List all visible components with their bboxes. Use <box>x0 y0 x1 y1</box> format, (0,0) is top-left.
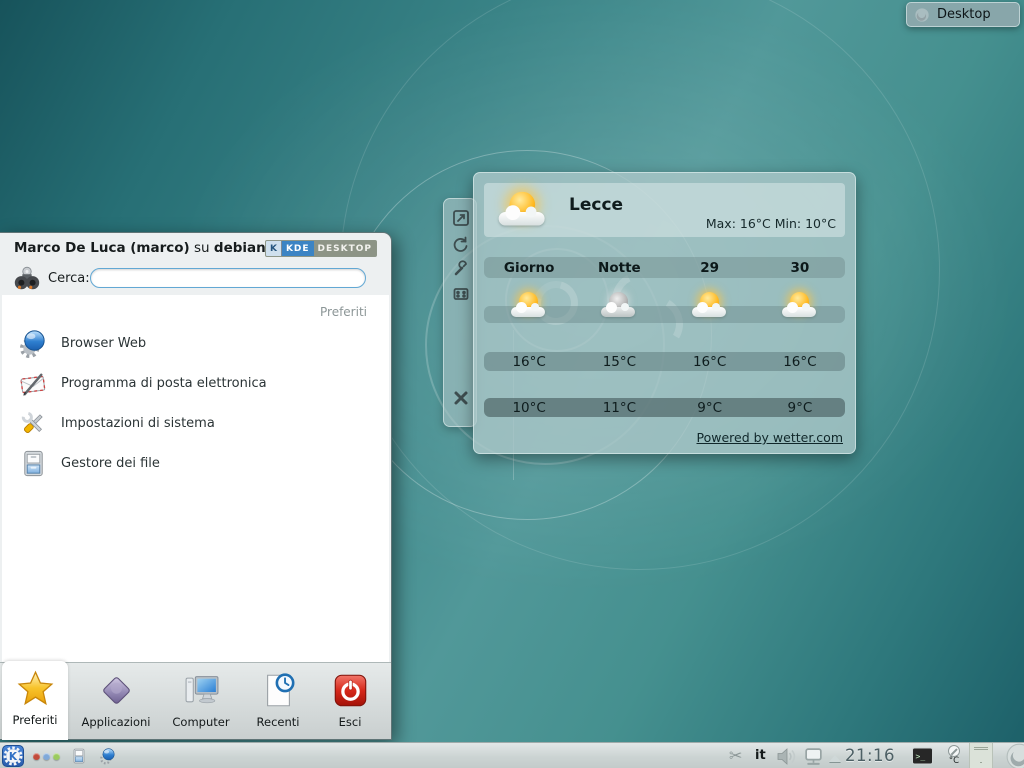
tray-expander-icon[interactable] <box>829 755 841 762</box>
sun-cloud-icon <box>509 290 549 324</box>
bottom-panel: K ✂ it 21:16 >_ °C <box>0 742 1024 768</box>
section-label: Preferiti <box>320 305 367 319</box>
power-icon <box>332 672 369 709</box>
weather-summary: Max: 16°C Min: 10°C <box>706 216 836 231</box>
weather-city: Lecce <box>569 195 623 215</box>
list-item-files[interactable]: Gestore dei file <box>2 443 389 483</box>
sun-cloud-icon <box>780 290 820 324</box>
panel-widget-strip[interactable] <box>969 743 993 768</box>
web-browser-icon <box>18 328 49 359</box>
host-name: debian <box>214 240 266 256</box>
search-label: Cerca: <box>48 271 90 286</box>
kickoff-menu: Marco De Luca (marco) su debian K KDE DE… <box>0 232 392 740</box>
wetter-credit-link[interactable]: Powered by wetter.com <box>697 430 844 445</box>
list-item-browser[interactable]: Browser Web <box>2 323 389 363</box>
kde-logo-mini: K <box>266 241 282 256</box>
cashew-icon <box>914 7 930 23</box>
list-item-settings[interactable]: Impostazioni di sistema <box>2 403 389 443</box>
max-temp: 16°C <box>665 354 755 370</box>
web-browser-icon[interactable] <box>99 747 117 765</box>
desktop-toolbox[interactable]: Desktop <box>906 2 1020 27</box>
no-data-icon <box>948 745 960 757</box>
tab-esci[interactable]: Esci <box>320 663 380 740</box>
list-item-mail[interactable]: Programma di posta elettronica <box>2 363 389 403</box>
min-temp: 9°C <box>665 400 755 416</box>
max-temp: 15°C <box>574 354 664 370</box>
weather-header: Lecce Max: 16°C Min: 10°C <box>484 183 845 237</box>
user-connector: su <box>194 240 210 256</box>
panel-clock[interactable]: 21:16 <box>845 746 909 765</box>
kde-desktop-badge: K KDE DESKTOP <box>265 240 377 257</box>
kickoff-tab-bar: Preferiti Applicazioni Computer <box>0 662 391 739</box>
weather-tray-icon[interactable]: °C <box>944 745 964 766</box>
max-temp: 16°C <box>484 354 574 370</box>
sun-cloud-icon <box>496 189 550 235</box>
col-header: Notte <box>574 260 664 276</box>
weather-max-row: 16°C 15°C 16°C 16°C <box>484 352 845 371</box>
min-temp: 10°C <box>484 400 574 416</box>
terminal-icon[interactable]: >_ <box>911 747 934 765</box>
file-manager-icon[interactable] <box>70 747 88 765</box>
min-temp: 9°C <box>755 400 845 416</box>
weather-icons-row <box>484 287 845 327</box>
file-manager-icon <box>18 448 49 479</box>
weather-column-headers: Giorno Notte 29 30 <box>484 257 845 278</box>
email-icon <box>18 368 49 399</box>
clipboard-scissors-icon[interactable]: ✂ <box>729 746 742 765</box>
pager-dot-green[interactable] <box>53 753 60 760</box>
computer-icon <box>183 672 220 709</box>
user-identity: Marco De Luca (marco) su debian <box>14 240 266 256</box>
network-monitor-icon[interactable] <box>803 747 824 766</box>
applet-handle <box>443 198 477 427</box>
close-icon[interactable] <box>452 389 470 407</box>
tab-computer[interactable]: Computer <box>162 663 240 740</box>
recent-icon <box>260 672 297 709</box>
weather-widget[interactable]: Lecce Max: 16°C Min: 10°C Giorno Notte 2… <box>473 172 856 454</box>
search-binoculars-icon <box>12 263 42 293</box>
weather-min-row: 10°C 11°C 9°C 9°C <box>484 398 845 417</box>
system-settings-icon <box>18 408 49 439</box>
pager-dot-blue[interactable] <box>43 753 50 760</box>
tab-recenti[interactable]: Recenti <box>246 663 310 740</box>
sun-cloud-icon <box>690 290 730 324</box>
svg-text:>_: >_ <box>916 752 926 761</box>
svg-text:K: K <box>9 751 18 763</box>
resize-icon[interactable] <box>452 209 470 227</box>
panel-cashew-icon[interactable] <box>1006 743 1024 768</box>
max-temp: 16°C <box>755 354 845 370</box>
pager-dot-red[interactable] <box>33 753 40 760</box>
keyboard-layout-indicator[interactable]: it <box>755 748 766 763</box>
col-header: Giorno <box>484 260 574 276</box>
min-temp: 11°C <box>574 400 664 416</box>
user-name: Marco De Luca (marco) <box>14 240 190 256</box>
volume-icon[interactable] <box>776 748 798 765</box>
favorites-list: Preferiti Browser Web Programma di pos <box>2 295 389 664</box>
col-header: 30 <box>755 260 845 276</box>
toolbox-label: Desktop <box>937 7 991 22</box>
kde-menu-icon[interactable]: K <box>2 745 24 767</box>
rotate-icon[interactable] <box>452 235 470 253</box>
star-icon <box>17 670 54 707</box>
search-input[interactable] <box>90 268 366 288</box>
moon-cloud-icon <box>599 290 639 324</box>
applications-icon <box>98 672 135 709</box>
maximize-icon[interactable] <box>452 285 470 303</box>
col-header: 29 <box>665 260 755 276</box>
tab-applicazioni[interactable]: Applicazioni <box>76 663 156 740</box>
tab-preferiti[interactable]: Preferiti <box>2 661 68 740</box>
configure-icon[interactable] <box>452 260 470 278</box>
